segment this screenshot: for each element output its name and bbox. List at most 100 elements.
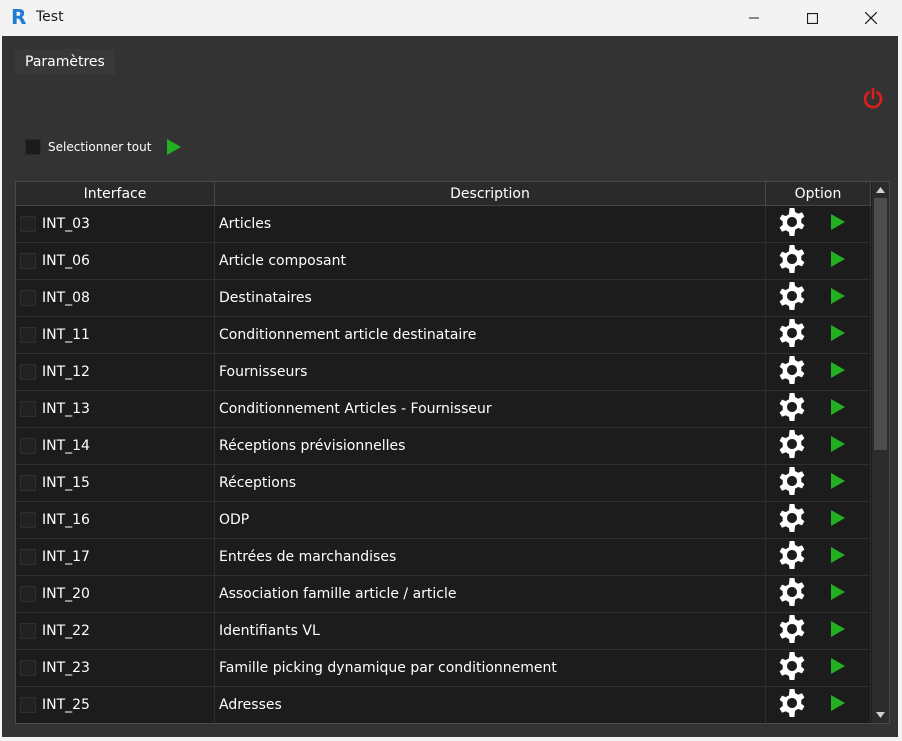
table-row[interactable]: INT_16 ODP xyxy=(16,502,871,539)
description-cell: Réceptions prévisionnelles xyxy=(215,428,766,464)
settings-button[interactable] xyxy=(776,576,808,612)
run-button[interactable] xyxy=(830,472,846,494)
interface-cell: INT_12 xyxy=(16,354,215,390)
row-checkbox[interactable] xyxy=(20,216,36,232)
table-row[interactable]: INT_11 Conditionnement article destinatai… xyxy=(16,317,871,354)
settings-button[interactable] xyxy=(776,428,808,464)
run-button[interactable] xyxy=(830,435,846,457)
minimize-icon xyxy=(749,17,759,19)
table-row[interactable]: INT_12 Fournisseurs xyxy=(16,354,871,391)
run-button[interactable] xyxy=(830,250,846,272)
run-selected-button[interactable] xyxy=(166,138,182,156)
run-button[interactable] xyxy=(830,546,846,568)
option-cell xyxy=(766,502,871,538)
scroll-down-button[interactable] xyxy=(872,707,889,723)
maximize-button[interactable] xyxy=(783,0,841,36)
table-row[interactable]: INT_20 Association famille article / arti… xyxy=(16,576,871,613)
table-row[interactable]: INT_25 Adresses xyxy=(16,687,871,723)
description-text: Conditionnement article destinataire xyxy=(219,327,477,343)
table-row[interactable]: INT_15 Réceptions xyxy=(16,465,871,502)
select-all[interactable]: Selectionner tout xyxy=(25,137,151,157)
row-checkbox[interactable] xyxy=(20,623,36,639)
description-text: Destinataires xyxy=(219,290,312,306)
interface-code: INT_12 xyxy=(42,364,90,380)
table-row[interactable]: INT_23 Famille picking dynamique par cond… xyxy=(16,650,871,687)
settings-button[interactable] xyxy=(776,391,808,427)
row-checkbox[interactable] xyxy=(20,586,36,602)
run-button[interactable] xyxy=(830,694,846,716)
interface-code: INT_23 xyxy=(42,660,90,676)
table-row[interactable]: INT_08 Destinataires xyxy=(16,280,871,317)
settings-button[interactable] xyxy=(776,317,808,353)
table-row[interactable]: INT_17 Entrées de marchandises xyxy=(16,539,871,576)
table-row[interactable]: INT_03 Articles xyxy=(16,206,871,243)
scroll-thumb[interactable] xyxy=(874,198,887,450)
settings-button[interactable] xyxy=(776,206,808,242)
description-cell: Adresses xyxy=(215,687,766,723)
header-description[interactable]: Description xyxy=(215,182,766,206)
close-icon xyxy=(865,12,877,24)
description-cell: Entrées de marchandises xyxy=(215,539,766,575)
title-bar[interactable]: R Test xyxy=(0,0,902,36)
close-button[interactable] xyxy=(842,0,900,36)
settings-button[interactable] xyxy=(776,613,808,649)
description-text: ODP xyxy=(219,512,250,528)
run-button[interactable] xyxy=(830,361,846,383)
settings-button[interactable] xyxy=(776,465,808,501)
gear-icon xyxy=(779,689,805,717)
minimize-button[interactable] xyxy=(725,0,783,36)
interface-cell: INT_16 xyxy=(16,502,215,538)
run-button[interactable] xyxy=(830,287,846,309)
settings-button[interactable] xyxy=(776,687,808,723)
row-checkbox[interactable] xyxy=(20,253,36,269)
header-option[interactable]: Option xyxy=(766,182,871,206)
interface-code: INT_06 xyxy=(42,253,90,269)
run-button[interactable] xyxy=(830,657,846,679)
interface-cell: INT_08 xyxy=(16,280,215,316)
row-checkbox[interactable] xyxy=(20,438,36,454)
run-button[interactable] xyxy=(830,324,846,346)
gear-icon xyxy=(779,578,805,606)
table-row[interactable]: INT_14 Réceptions prévisionnelles xyxy=(16,428,871,465)
settings-button[interactable] xyxy=(776,243,808,279)
row-checkbox[interactable] xyxy=(20,697,36,713)
row-checkbox[interactable] xyxy=(20,327,36,343)
run-button[interactable] xyxy=(830,620,846,642)
table-row[interactable]: INT_22 Identifiants VL xyxy=(16,613,871,650)
description-text: Conditionnement Articles - Fournisseur xyxy=(219,401,492,417)
interface-code: INT_15 xyxy=(42,475,90,491)
option-cell xyxy=(766,428,871,464)
power-button[interactable] xyxy=(861,86,885,110)
settings-button[interactable] xyxy=(776,280,808,316)
interface-cell: INT_11 xyxy=(16,317,215,353)
row-checkbox[interactable] xyxy=(20,401,36,417)
gear-icon xyxy=(779,319,805,347)
select-all-checkbox[interactable] xyxy=(25,139,41,155)
run-button[interactable] xyxy=(830,398,846,420)
run-button[interactable] xyxy=(830,509,846,531)
scroll-up-button[interactable] xyxy=(872,182,889,198)
play-icon xyxy=(831,473,845,489)
row-checkbox[interactable] xyxy=(20,660,36,676)
run-button[interactable] xyxy=(830,583,846,605)
row-checkbox[interactable] xyxy=(20,512,36,528)
settings-button[interactable] xyxy=(776,539,808,575)
settings-button[interactable] xyxy=(776,650,808,686)
table-row[interactable]: INT_06 Article composant xyxy=(16,243,871,280)
run-button[interactable] xyxy=(830,213,846,235)
settings-button[interactable] xyxy=(776,354,808,390)
gear-icon xyxy=(779,541,805,569)
vertical-scrollbar[interactable] xyxy=(872,182,889,723)
row-checkbox[interactable] xyxy=(20,475,36,491)
header-interface[interactable]: Interface xyxy=(16,182,215,206)
row-checkbox[interactable] xyxy=(20,290,36,306)
interface-cell: INT_14 xyxy=(16,428,215,464)
row-checkbox[interactable] xyxy=(20,364,36,380)
settings-button[interactable] xyxy=(776,502,808,538)
row-checkbox[interactable] xyxy=(20,549,36,565)
table-row[interactable]: INT_13 Conditionnement Articles - Fournis… xyxy=(16,391,871,428)
menu-parametres[interactable]: Paramètres xyxy=(15,49,115,75)
interface-code: INT_14 xyxy=(42,438,90,454)
play-icon xyxy=(831,325,845,341)
gear-icon xyxy=(779,393,805,421)
